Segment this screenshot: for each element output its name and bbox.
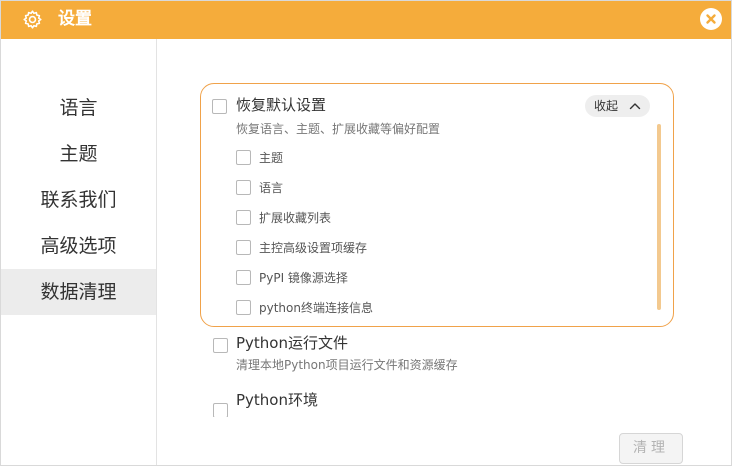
reset-defaults-description: 恢复语言、主题、扩展收藏等偏好配置 [236, 122, 441, 136]
reset-defaults-title: 恢复默认设置 [236, 96, 327, 114]
option-advanced-cache-label: 主控高级设置项缓存 [259, 241, 368, 255]
collapse-button[interactable]: 收起 [585, 95, 650, 117]
reset-defaults-panel: 恢复默认设置 恢复语言、主题、扩展收藏等偏好配置 收起 主题 语言 扩展收藏列表… [200, 83, 674, 327]
python-env-title: Python环境 [236, 391, 318, 409]
gear-icon [22, 9, 43, 30]
python-runtime-files-checkbox[interactable] [213, 338, 228, 353]
reset-defaults-checkbox[interactable] [212, 99, 227, 114]
clean-button[interactable]: 清理 [619, 433, 683, 464]
sidebar-item-theme[interactable]: 主题 [1, 131, 156, 177]
option-language-label: 语言 [259, 181, 284, 195]
option-terminal-checkbox[interactable] [236, 300, 251, 315]
close-button[interactable] [700, 8, 722, 30]
sidebar-item-data-cleanup[interactable]: 数据清理 [1, 269, 156, 315]
python-env-checkbox[interactable] [213, 403, 228, 417]
content-area: 恢复默认设置 恢复语言、主题、扩展收藏等偏好配置 收起 主题 语言 扩展收藏列表… [158, 39, 731, 417]
settings-window: 设置 语言 主题 联系我们 高级选项 数据清理 恢复默认设置 恢复语言、主题、扩… [0, 0, 732, 466]
option-language-checkbox[interactable] [236, 180, 251, 195]
close-icon [706, 14, 716, 24]
sidebar-item-contact[interactable]: 联系我们 [1, 177, 156, 223]
sidebar-item-language[interactable]: 语言 [1, 85, 156, 131]
option-extensions-checkbox[interactable] [236, 210, 251, 225]
option-advanced-cache-checkbox[interactable] [236, 240, 251, 255]
option-theme-checkbox[interactable] [236, 150, 251, 165]
chevron-up-icon [629, 103, 641, 110]
option-extensions-label: 扩展收藏列表 [259, 211, 332, 225]
option-pypi-mirror-checkbox[interactable] [236, 270, 251, 285]
panel-scrollbar[interactable] [657, 124, 661, 310]
option-theme-label: 主题 [259, 151, 284, 165]
option-terminal-label: python终端连接信息 [259, 301, 373, 315]
python-runtime-files-title: Python运行文件 [236, 334, 348, 352]
sidebar-item-advanced[interactable]: 高级选项 [1, 223, 156, 269]
title-bar: 设置 [1, 1, 731, 39]
python-runtime-files-description: 清理本地Python项目运行文件和资源缓存 [236, 358, 458, 372]
window-title: 设置 [58, 9, 92, 29]
collapse-label: 收起 [594, 99, 619, 113]
option-pypi-mirror-label: PyPI 镜像源选择 [259, 271, 348, 285]
sidebar: 语言 主题 联系我们 高级选项 数据清理 [1, 39, 157, 465]
